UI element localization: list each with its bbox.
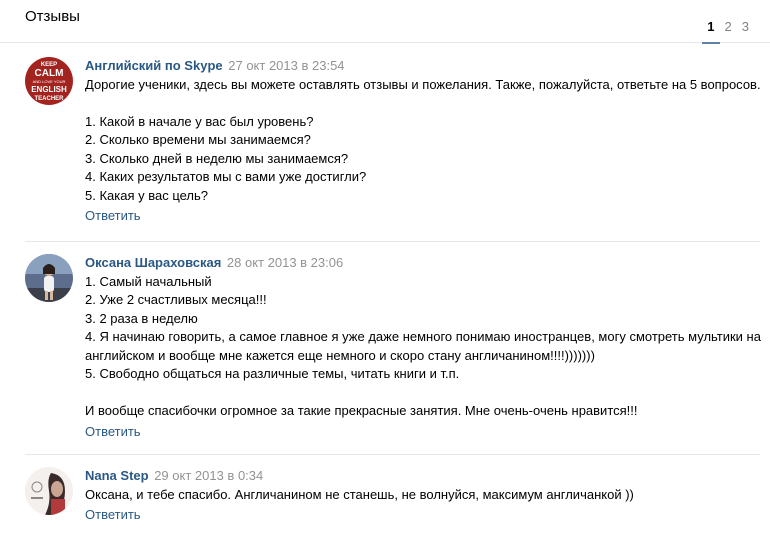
comment-text-line: 2. Уже 2 счастливых месяца!!! — [85, 292, 267, 307]
user-photo-icon — [25, 254, 73, 302]
comment-body: Nana Step 29 окт 2013 в 0:34 Оксана, и т… — [85, 455, 760, 525]
keep-calm-avatar-icon: KEEP CALM AND LOVE YOUR ENGLISH TEACHER — [25, 57, 73, 105]
page-2-link[interactable]: 2 — [720, 20, 737, 42]
comment-text-line — [85, 94, 760, 113]
pagination: 1 2 3 — [702, 20, 754, 44]
comment-meta: Оксана Шараховская 28 окт 2013 в 23:06 — [85, 254, 760, 273]
comment-text-line: 4. Я начинаю говорить, а самое главное я… — [85, 329, 761, 344]
svg-text:ENGLISH: ENGLISH — [31, 85, 67, 94]
comment-text-line: Дорогие ученики, здесь вы можете оставля… — [85, 76, 761, 92]
comment-item: Nana Step 29 окт 2013 в 0:34 Оксана, и т… — [25, 455, 760, 535]
comment-text-line: И вообще спасибочки огромное за такие пр… — [85, 403, 638, 418]
comment-author[interactable]: Английский по Skype — [85, 58, 223, 73]
comment-meta: Английский по Skype 27 окт 2013 в 23:54 — [85, 57, 760, 76]
comment-author[interactable]: Nana Step — [85, 468, 149, 483]
comment-text-line: 1. Самый начальный — [85, 273, 212, 289]
reply-button[interactable]: Ответить — [85, 506, 141, 525]
comment-item: Оксана Шараховская 28 окт 2013 в 23:06 1… — [25, 242, 761, 455]
comment-text-line: 5. Какая у вас цель? — [85, 187, 209, 203]
comment-date[interactable]: 29 окт 2013 в 0:34 — [154, 468, 263, 483]
section-title: Отзывы — [25, 8, 80, 25]
svg-text:AND LOVE YOUR: AND LOVE YOUR — [33, 79, 66, 84]
comment-date[interactable]: 28 окт 2013 в 23:06 — [227, 255, 343, 270]
svg-text:CALM: CALM — [35, 68, 64, 79]
comments-header: Отзывы 1 2 3 — [0, 0, 770, 44]
user-photo-icon — [25, 467, 73, 515]
comment-author[interactable]: Оксана Шараховская — [85, 255, 221, 270]
comment-text-line: Оксана, и тебе спасибо. Англичанином не … — [85, 486, 634, 502]
comment-text-line: 5. Свободно общаться на различные темы, … — [85, 366, 460, 381]
reply-button[interactable]: Ответить — [85, 423, 141, 442]
avatar[interactable]: KEEP CALM AND LOVE YOUR ENGLISH TEACHER — [25, 57, 73, 105]
page-3-link[interactable]: 3 — [737, 20, 754, 42]
comment-meta: Nana Step 29 окт 2013 в 0:34 — [85, 467, 760, 486]
comment-text-line: 2. Сколько времени мы занимаемся? — [85, 132, 311, 147]
comment-text-line — [85, 384, 760, 403]
comment-body: Английский по Skype 27 окт 2013 в 23:54 … — [85, 43, 761, 226]
page-1-link[interactable]: 1 — [702, 20, 720, 44]
comment-body: Оксана Шараховская 28 окт 2013 в 23:06 1… — [85, 242, 761, 442]
comment-text-line: 4. Каких результатов мы с вами уже дости… — [85, 169, 367, 184]
reply-button[interactable]: Ответить — [85, 207, 141, 226]
comment-text-line: 3. 2 раза в неделю — [85, 310, 198, 326]
avatar[interactable] — [25, 467, 73, 515]
comment-text-line: 3. Сколько дней в неделю мы занимаемся? — [85, 150, 349, 166]
comment-item: KEEP CALM AND LOVE YOUR ENGLISH TEACHER … — [25, 43, 761, 242]
comment-text-line: 1. Какой в начале у вас был уровень? — [85, 113, 314, 129]
comment-text-line: английском и вообще мне кажется еще немн… — [85, 347, 595, 363]
comment-date[interactable]: 27 окт 2013 в 23:54 — [228, 58, 344, 73]
svg-text:TEACHER: TEACHER — [34, 96, 64, 102]
avatar[interactable] — [25, 254, 73, 302]
